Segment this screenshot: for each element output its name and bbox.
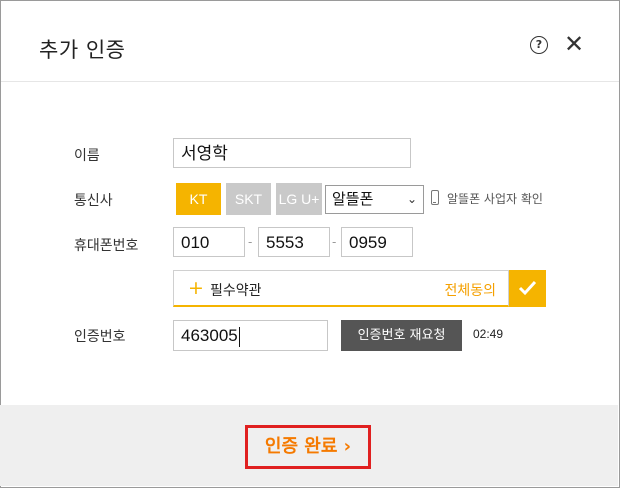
auth-code-label: 인증번호 xyxy=(74,329,126,345)
carrier-kt-button[interactable]: KT xyxy=(176,183,221,215)
resend-code-button[interactable]: 인증번호 재요청 xyxy=(341,320,462,351)
text-cursor xyxy=(238,326,240,347)
phone-part2-input[interactable]: 5553 xyxy=(258,227,330,257)
name-label: 이름 xyxy=(74,148,100,164)
help-icon[interactable]: ? xyxy=(530,36,548,54)
phone-separator: - xyxy=(248,235,253,249)
phone-part1-input[interactable]: 010 xyxy=(173,227,245,257)
phone-separator: - xyxy=(332,235,337,249)
carrier-label: 통신사 xyxy=(74,193,113,209)
mvno-check-link[interactable]: 알뜰폰 사업자 확인 xyxy=(447,190,543,207)
agree-all-label[interactable]: 전체동의 xyxy=(444,280,496,300)
close-icon[interactable]: ✕ xyxy=(563,31,585,57)
mvno-select-value: 알뜰폰 xyxy=(332,190,374,208)
chevron-down-icon: ⌄ xyxy=(406,192,417,206)
mobile-phone-icon xyxy=(431,190,439,205)
countdown-timer: 02:49 xyxy=(473,327,504,341)
agree-all-checkbox[interactable] xyxy=(509,270,546,307)
plus-icon: + xyxy=(188,277,204,299)
phone-label: 휴대폰번호 xyxy=(74,238,139,254)
phone-part3-input[interactable]: 0959 xyxy=(341,227,413,257)
carrier-lgu-button[interactable]: LG U+ xyxy=(276,183,322,215)
dialog-title: 추가 인증 xyxy=(39,38,126,62)
complete-auth-button[interactable]: 인증 완료 › xyxy=(245,425,371,469)
terms-accordion[interactable]: + 필수약관 전체동의 xyxy=(173,270,509,307)
terms-label: 필수약관 xyxy=(210,283,262,299)
carrier-skt-button[interactable]: SKT xyxy=(226,183,271,215)
auth-code-input[interactable]: 463005 xyxy=(173,320,328,351)
mvno-select[interactable]: 알뜰폰 ⌄ xyxy=(325,185,424,214)
dialog-header: 추가 인증 ? ✕ xyxy=(1,1,619,82)
name-input[interactable]: 서영학 xyxy=(173,138,411,168)
checkmark-icon xyxy=(518,280,537,296)
auth-code-value: 463005 xyxy=(181,326,238,345)
